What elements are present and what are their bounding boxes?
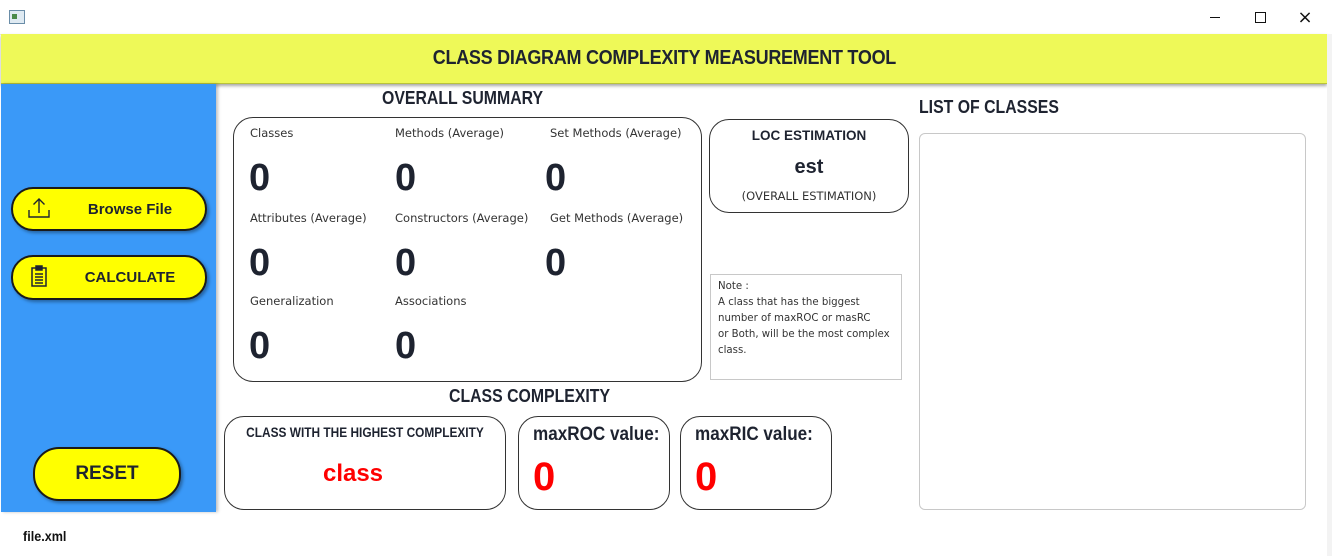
close-button[interactable]: × — [1282, 0, 1328, 34]
upload-icon — [28, 198, 50, 218]
list-of-classes-title: LIST OF CLASSES — [919, 97, 1059, 117]
minimize-button[interactable] — [1192, 0, 1238, 34]
stat-label-set-methods: Set Methods (Average) — [550, 126, 682, 140]
maxroc-value: 0 — [533, 455, 556, 499]
minimize-icon — [1210, 16, 1220, 18]
stat-value-generalization: 0 — [249, 325, 271, 367]
class-complexity-title: CLASS COMPLEXITY — [449, 386, 611, 406]
stat-value-constructors: 0 — [395, 242, 417, 284]
stat-value-classes: 0 — [249, 157, 271, 199]
maxric-label: maxRIC value: — [695, 424, 813, 445]
browse-file-button[interactable]: Browse File — [11, 187, 207, 231]
clipboard-icon — [31, 265, 47, 287]
stat-label-attributes: Attributes (Average) — [250, 211, 367, 225]
stat-label-associations: Associations — [395, 294, 467, 308]
calculate-label: CALCULATE — [84, 269, 176, 286]
maxric-value: 0 — [695, 455, 718, 499]
note-text: Note : A class that has the biggest numb… — [718, 281, 890, 356]
stat-value-methods: 0 — [395, 157, 417, 199]
maxroc-panel: maxROC value: 0 — [518, 416, 670, 510]
loc-estimation-value: est — [794, 156, 824, 178]
window-edge — [1327, 34, 1332, 556]
stat-label-generalization: Generalization — [250, 294, 334, 308]
loc-estimation-panel: LOC ESTIMATION est (OVERALL ESTIMATION) — [709, 119, 909, 213]
note-panel: Note : A class that has the biggest numb… — [710, 274, 902, 380]
stat-label-classes: Classes — [250, 126, 294, 140]
class-list[interactable] — [919, 133, 1306, 510]
app-header: CLASS DIAGRAM COMPLEXITY MEASUREMENT TOO… — [1, 34, 1327, 84]
maximize-button[interactable] — [1237, 0, 1283, 34]
stat-value-associations: 0 — [395, 325, 417, 367]
stat-label-methods: Methods (Average) — [395, 126, 504, 140]
close-icon: × — [1297, 6, 1313, 28]
summary-panel: Classes 0 Methods (Average) 0 Set Method… — [233, 117, 702, 382]
highest-complexity-panel: CLASS WITH THE HIGHEST COMPLEXITY class — [224, 416, 506, 510]
browse-file-label: Browse File — [87, 200, 173, 218]
highest-complexity-label: CLASS WITH THE HIGHEST COMPLEXITY — [246, 425, 484, 440]
selected-file-label: file.xml — [23, 528, 67, 544]
stat-label-constructors: Constructors (Average) — [395, 211, 529, 225]
reset-button[interactable]: RESET — [33, 447, 181, 501]
loc-estimation-subtitle: (OVERALL ESTIMATION) — [741, 189, 877, 203]
stat-value-set-methods: 0 — [545, 157, 567, 199]
stat-value-get-methods: 0 — [545, 242, 567, 284]
maxroc-label: maxROC value: — [533, 424, 660, 445]
stat-label-get-methods: Get Methods (Average) — [550, 211, 684, 225]
app-icon — [9, 10, 25, 24]
calculate-button[interactable]: CALCULATE — [11, 255, 207, 300]
window-titlebar: × — [0, 0, 1332, 35]
maxric-panel: maxRIC value: 0 — [680, 416, 832, 510]
loc-estimation-title: LOC ESTIMATION — [751, 128, 867, 143]
stat-value-attributes: 0 — [249, 242, 271, 284]
maximize-icon — [1254, 11, 1266, 23]
reset-label: RESET — [75, 463, 139, 484]
overall-summary-title: OVERALL SUMMARY — [382, 88, 544, 108]
app-title: CLASS DIAGRAM COMPLEXITY MEASUREMENT TOO… — [432, 47, 896, 69]
highest-complexity-value: class — [322, 460, 384, 487]
